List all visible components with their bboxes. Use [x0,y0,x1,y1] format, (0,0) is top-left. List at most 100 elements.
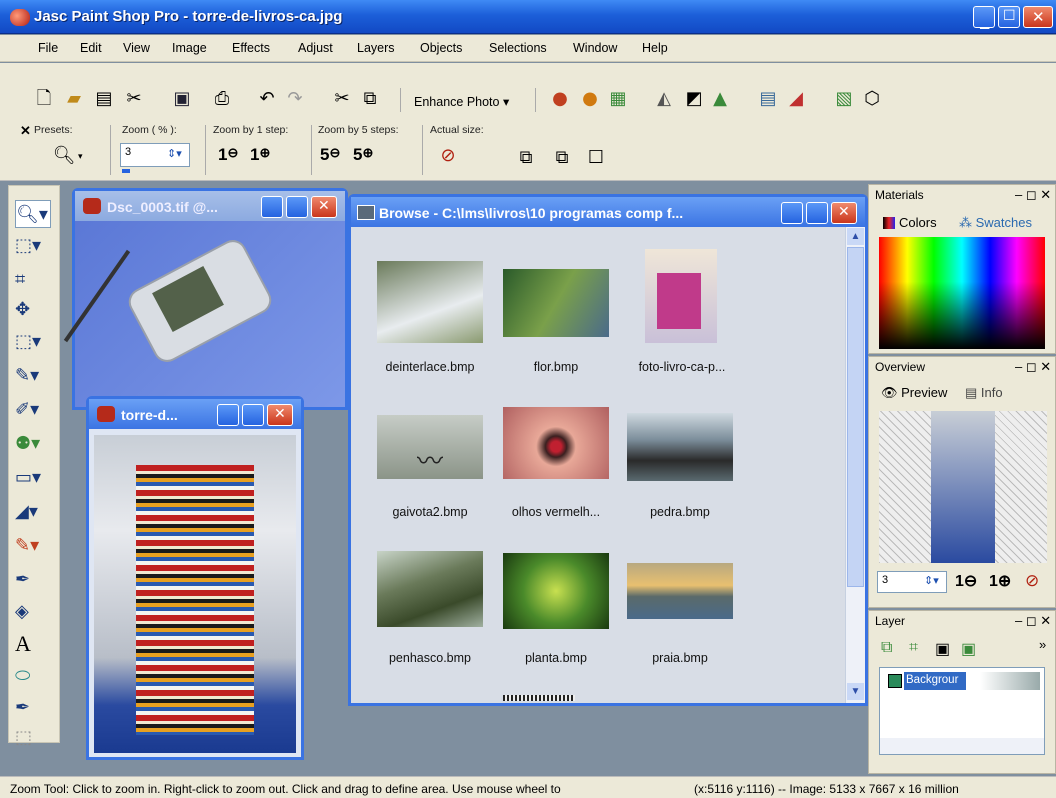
color-picker-spectrum[interactable] [879,237,1045,349]
dsc-canvas[interactable] [63,221,345,407]
new-raster-layer-icon[interactable]: ⧉ [881,639,892,657]
retouch-tool-icon[interactable]: ▭▾ [15,464,51,492]
layer-scrollbar[interactable] [880,738,1044,754]
more-icon[interactable]: » [1039,637,1046,652]
torre-image-window[interactable]: torre-d... ✕ [86,396,304,760]
menu-help[interactable]: Help [642,41,668,55]
histogram-icon[interactable]: ▤ [756,88,780,112]
overview-zoom-out-icon[interactable]: 1⊖ [955,571,977,591]
open-folder-icon[interactable]: ▰ [62,88,86,112]
browse-scrollbar[interactable]: ▲ ▼ [845,227,865,703]
browse-maximize-button[interactable] [806,202,828,224]
thumb-foto-livro[interactable] [645,249,717,343]
paint-brush-icon[interactable]: ✐▾ [15,396,51,424]
picture-tube-icon[interactable]: ✒ [15,566,51,594]
sharpen-icon[interactable]: ▲ [708,88,732,112]
move-tool-icon[interactable]: ✥ [15,296,51,324]
fit-window-icon[interactable]: ⧉ [514,147,538,171]
copy-icon[interactable]: ⧉ [358,88,382,112]
browse-minimize-button[interactable] [781,202,803,224]
dsc-maximize-button[interactable] [286,196,308,218]
scan-icon[interactable]: ✂ [122,88,146,112]
text-tool-icon[interactable]: A [15,630,51,658]
menu-selections[interactable]: Selections [489,41,547,55]
overview-actual-size-icon[interactable]: ⊘ [1025,571,1039,591]
clone-brush-icon[interactable]: ⚉▾ [15,430,51,458]
eraser-tool-icon[interactable]: ✎▾ [15,532,51,560]
zoom-in-5-button[interactable]: 5⊕ [353,145,373,165]
dsc-image-window[interactable]: Dsc_0003.tif @... ✕ [63,188,348,410]
mask-layer-icon[interactable]: ▣ [935,639,950,659]
overview-zoom-in-icon[interactable]: 1⊕ [989,571,1011,591]
redo-icon[interactable]: ↷ [283,88,307,112]
menu-edit[interactable]: Edit [80,41,102,55]
menu-layers[interactable]: Layers [357,41,395,55]
fit-image-icon[interactable]: ⧉ [550,147,574,171]
tab-preview[interactable]: 👁︎ Preview [881,385,947,401]
selection-tool-icon[interactable]: ⬚▾ [15,232,51,260]
contrast-icon[interactable]: ◩ [682,88,706,112]
zoom-input[interactable]: 3 ⇕▾ [120,143,190,167]
thumb-planta[interactable] [503,553,609,629]
enhance-photo-button[interactable]: Enhance Photo ▾ [414,94,509,109]
layer-visibility-icon[interactable] [980,672,1040,690]
undo-icon[interactable]: ↶ [255,88,279,112]
layer-minimize-icon[interactable]: ‒ ◻ ✕ [1015,613,1051,629]
dropper-tool-icon[interactable]: ✎▾ [15,362,51,390]
zoom-slider-marker[interactable] [122,169,130,173]
dsc-close-button[interactable]: ✕ [311,196,337,218]
scroll-down-icon[interactable]: ▼ [847,683,864,700]
close-options-icon[interactable]: ✕ [20,123,31,139]
thumb-flor[interactable] [503,269,609,337]
new-file-icon[interactable]: 🗋 [32,88,56,112]
menu-adjust[interactable]: Adjust [298,41,333,55]
save-icon[interactable]: ▣ [170,88,194,112]
presets-magnifier-icon[interactable]: 🔍︎ [52,145,76,169]
materials-minimize-icon[interactable]: ‒ ◻ ✕ [1015,187,1051,203]
print-icon[interactable]: ⎙ [210,88,234,112]
tab-info[interactable]: ▤ Info [965,385,1003,401]
minimize-button[interactable]: ▁ [973,6,995,29]
crop-tool-icon[interactable]: ⌗ [15,266,51,294]
full-screen-icon[interactable]: ☐ [584,147,608,171]
tab-colors[interactable]: Colors [899,215,937,230]
thumb-pedra[interactable] [627,413,733,481]
red-eye-icon[interactable]: ● [548,88,572,112]
selection-rect-icon[interactable]: ⬚▾ [15,328,51,356]
torre-canvas[interactable] [94,435,296,753]
object-icon[interactable]: ⬡ [860,88,884,112]
thumb-penhasco[interactable] [377,551,483,627]
torre-maximize-button[interactable] [242,404,264,426]
torre-close-button[interactable]: ✕ [267,404,293,426]
overview-minimize-icon[interactable]: ‒ ◻ ✕ [1015,359,1051,375]
image-adjust-icon[interactable]: ▦ [606,88,630,112]
pen-tool-icon[interactable]: ✒ [15,694,51,722]
levels-icon[interactable]: ◢ [784,88,808,112]
zoom-out-5-button[interactable]: 5⊖ [320,145,340,165]
maximize-button[interactable]: ☐ [998,6,1020,28]
title-bar[interactable]: Jasc Paint Shop Pro - torre-de-livros-ca… [0,0,1056,34]
thumb-gaivota[interactable]: 〰 [377,415,483,479]
scroll-up-icon[interactable]: ▲ [847,228,864,245]
torre-minimize-button[interactable] [217,404,239,426]
overview-preview[interactable] [879,411,1047,563]
overview-spinner-icon[interactable]: ⇕▾ [924,574,939,587]
menu-view[interactable]: View [123,41,150,55]
color-balance-icon[interactable]: ● [578,88,602,112]
zoom-out-1-button[interactable]: 1⊕ [250,145,270,165]
browse-close-button[interactable]: ✕ [831,202,857,224]
shape-tool-icon[interactable]: ⬭ [15,662,51,690]
spinner-icon[interactable]: ⇕▾ [167,147,182,160]
scratch-remover-icon[interactable]: ◢▾ [15,498,51,526]
layer-background[interactable]: Backgrour [904,672,966,690]
zoom-tool-icon[interactable]: 🔍︎▾ [15,200,51,228]
actual-size-icon[interactable]: ⊘ [436,145,460,169]
scroll-thumb[interactable] [847,247,864,587]
overview-zoom-input[interactable]: 3 ⇕▾ [877,571,947,593]
browse-window[interactable]: Browse - C:\lms\livros\10 programas comp… [348,194,868,706]
zoom-in-1-button[interactable]: 1⊖ [218,145,238,165]
presets-dropdown-icon[interactable]: ▾ [78,151,83,162]
object-selector-icon[interactable]: ⬚ [15,724,51,752]
menu-objects[interactable]: Objects [420,41,462,55]
menu-image[interactable]: Image [172,41,207,55]
